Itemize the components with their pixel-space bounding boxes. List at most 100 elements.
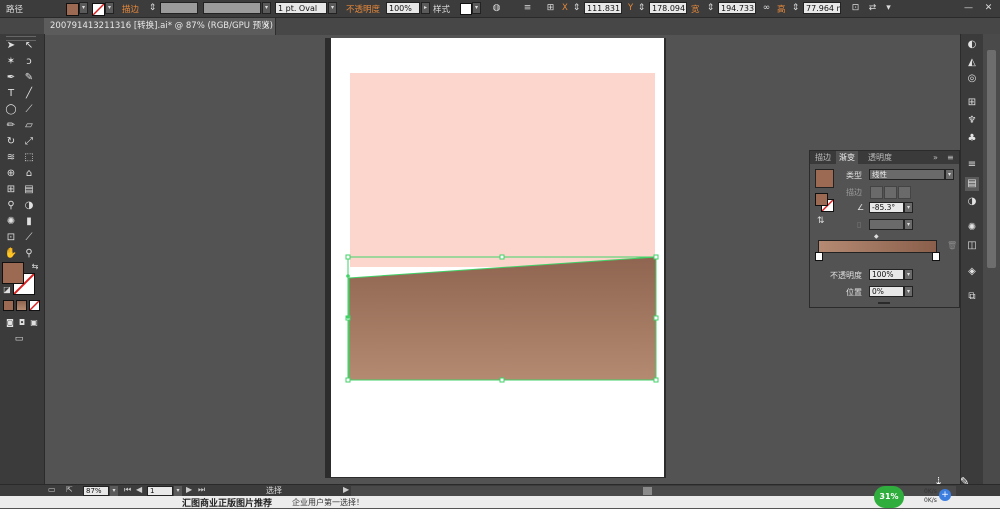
gradient-thumbnail[interactable] (815, 169, 834, 188)
type-select[interactable]: 线性 (869, 169, 945, 180)
gradient-tool-icon[interactable]: ▤ (22, 183, 36, 197)
recolor-icon[interactable]: ◍ (490, 2, 503, 15)
line-tool-icon[interactable]: ╱ (22, 87, 36, 101)
curvature-tool-icon[interactable]: ✎ (22, 71, 36, 85)
screen-mode-icon[interactable]: ▭ (12, 332, 26, 346)
rotate-tool-icon[interactable]: ↻ (4, 135, 18, 149)
ad-title[interactable]: 汇图商业正版图片推荐 (182, 496, 272, 509)
angle-dropdown[interactable]: ▾ (904, 202, 913, 213)
panel-fill-swatch[interactable] (815, 193, 828, 206)
swatches-icon[interactable]: ◭ (965, 56, 979, 70)
graphic-styles-icon[interactable]: ◫ (965, 239, 979, 253)
tab-stroke[interactable]: 描边 (812, 151, 834, 164)
handle-bottom-left[interactable] (345, 377, 351, 383)
perspective-grid-tool-icon[interactable]: ⌂ (22, 167, 36, 181)
brushes-icon[interactable]: ♆ (965, 114, 979, 128)
handle-top-center[interactable] (499, 254, 505, 260)
mesh-tool-icon[interactable]: ⊞ (4, 183, 18, 197)
minimize-icon[interactable]: — (962, 2, 975, 15)
brush-dropdown[interactable]: ▾ (328, 2, 337, 14)
stop-position-dropdown[interactable]: ▾ (904, 286, 913, 297)
symbols-icon[interactable]: ♣ (965, 132, 979, 146)
style-swatch[interactable] (460, 3, 472, 15)
variable-width-field[interactable] (203, 2, 261, 14)
tab-transparency[interactable]: 透明度 (865, 151, 895, 164)
gradient-stop-right[interactable] (932, 252, 940, 261)
horizontal-scroll-thumb[interactable] (643, 487, 652, 495)
first-page-icon[interactable]: ⏮ (124, 485, 131, 495)
layers-icon[interactable]: ◈ (965, 265, 979, 279)
prev-page-icon[interactable]: ◀ (136, 485, 142, 494)
gradient-mode-button[interactable] (16, 300, 27, 311)
stroke-stepper-icon[interactable]: ⇕ (146, 2, 159, 15)
artboard-tool-icon[interactable]: ⊡ (4, 231, 18, 245)
stroke-within-button[interactable] (870, 186, 883, 199)
handle-bottom-center[interactable] (499, 377, 505, 383)
ellipse-tool-icon[interactable]: ◯ (4, 103, 18, 117)
opacity-label[interactable]: 不透明度 (346, 3, 380, 15)
none-mode-button[interactable] (29, 300, 40, 311)
share-icon[interactable]: ⇱ (66, 485, 73, 494)
color-mode-button[interactable] (3, 300, 14, 311)
type-tool-icon[interactable]: T (4, 87, 18, 101)
transform-icon[interactable]: ⊡ (849, 2, 862, 15)
panel-menu-icon[interactable]: ▾ (882, 2, 895, 15)
pencil-tool-icon[interactable]: ✏ (4, 119, 18, 133)
h-stepper-icon[interactable]: ⇕ (789, 2, 802, 15)
lasso-tool-icon[interactable]: ↄ (22, 55, 36, 69)
direct-selection-tool-icon[interactable]: ↖ (22, 39, 36, 53)
horizontal-scrollbar[interactable] (351, 486, 956, 496)
last-page-icon[interactable]: ⏭ (198, 485, 205, 495)
zoom-field[interactable]: 87% (83, 486, 109, 496)
next-page-icon[interactable]: ▶ (186, 485, 192, 494)
handle-middle-right[interactable] (653, 315, 659, 321)
stop-opacity-dropdown[interactable]: ▾ (904, 269, 913, 280)
color-icon[interactable]: ◎ (965, 72, 979, 86)
gradient-stop-left[interactable] (815, 252, 823, 261)
document-tab-close-icon[interactable]: × (263, 18, 270, 35)
tab-gradient[interactable]: 渐变 (836, 151, 858, 164)
vertical-scrollbar[interactable] (983, 34, 1000, 484)
paintbrush-tool-icon[interactable]: ⟋ (22, 103, 36, 117)
default-colors-icon[interactable]: ◪ (0, 283, 14, 297)
midpoint-diamond-icon[interactable]: ◆ (874, 233, 879, 240)
swatches-grid-icon[interactable]: ⊞ (965, 96, 979, 110)
brush-field[interactable]: 1 pt. Oval (275, 2, 327, 14)
stop-position-field[interactable]: 0% (869, 286, 904, 297)
x-stepper-icon[interactable]: ⇕ (570, 2, 583, 15)
y-stepper-icon[interactable]: ⇕ (635, 2, 648, 15)
panel-collapse-icon[interactable]: » (930, 151, 941, 164)
column-graph-tool-icon[interactable]: ▮ (22, 215, 36, 229)
stroke-weight-field[interactable] (160, 2, 198, 14)
hand-tool-icon[interactable]: ✋ (4, 247, 18, 261)
blend-tool-icon[interactable]: ◑ (22, 199, 36, 213)
ad-subtitle[interactable]: 企业用户第一选择！ (292, 497, 364, 508)
cpu-meter[interactable]: 31% (874, 486, 904, 508)
symbol-sprayer-tool-icon[interactable]: ✺ (4, 215, 18, 229)
magic-wand-tool-icon[interactable]: ✶ (4, 55, 18, 69)
eraser-tool-icon[interactable]: ▱ (22, 119, 36, 133)
status-arrow-icon[interactable]: ▶ (343, 485, 349, 494)
h-field[interactable]: 77.964 mm (803, 2, 841, 14)
color-guide-icon[interactable]: ◐ (965, 38, 979, 52)
artboard[interactable] (331, 38, 664, 477)
opacity-field[interactable]: 100% (386, 2, 420, 14)
stroke-icon[interactable]: ≡ (965, 158, 979, 172)
gradient-slider[interactable] (818, 240, 937, 253)
flip-icon[interactable]: ⇄ (866, 2, 879, 15)
stroke-across-button[interactable] (898, 186, 911, 199)
handle-bottom-right[interactable] (653, 377, 659, 383)
fill-swatch[interactable] (66, 3, 79, 16)
reverse-gradient-icon[interactable]: ⇅ (817, 216, 825, 226)
document-tab[interactable]: 200791413211316 [转换].ai* @ 87% (RGB/GPU … (44, 18, 276, 35)
handle-top-right[interactable] (653, 254, 659, 260)
shape-builder-tool-icon[interactable]: ⊕ (4, 167, 18, 181)
swap-fill-stroke-icon[interactable]: ⇆ (28, 260, 42, 274)
zoom-dropdown[interactable]: ▾ (110, 486, 118, 496)
close-window-icon[interactable]: ✕ (982, 2, 995, 15)
vertical-scroll-thumb[interactable] (987, 50, 996, 268)
page-field[interactable]: 1 (147, 486, 173, 496)
delete-stop-icon[interactable]: 🗑 (947, 241, 957, 250)
opacity-dropdown[interactable]: ▸ (421, 2, 430, 14)
constrain-link-icon[interactable]: ∞ (760, 2, 773, 15)
